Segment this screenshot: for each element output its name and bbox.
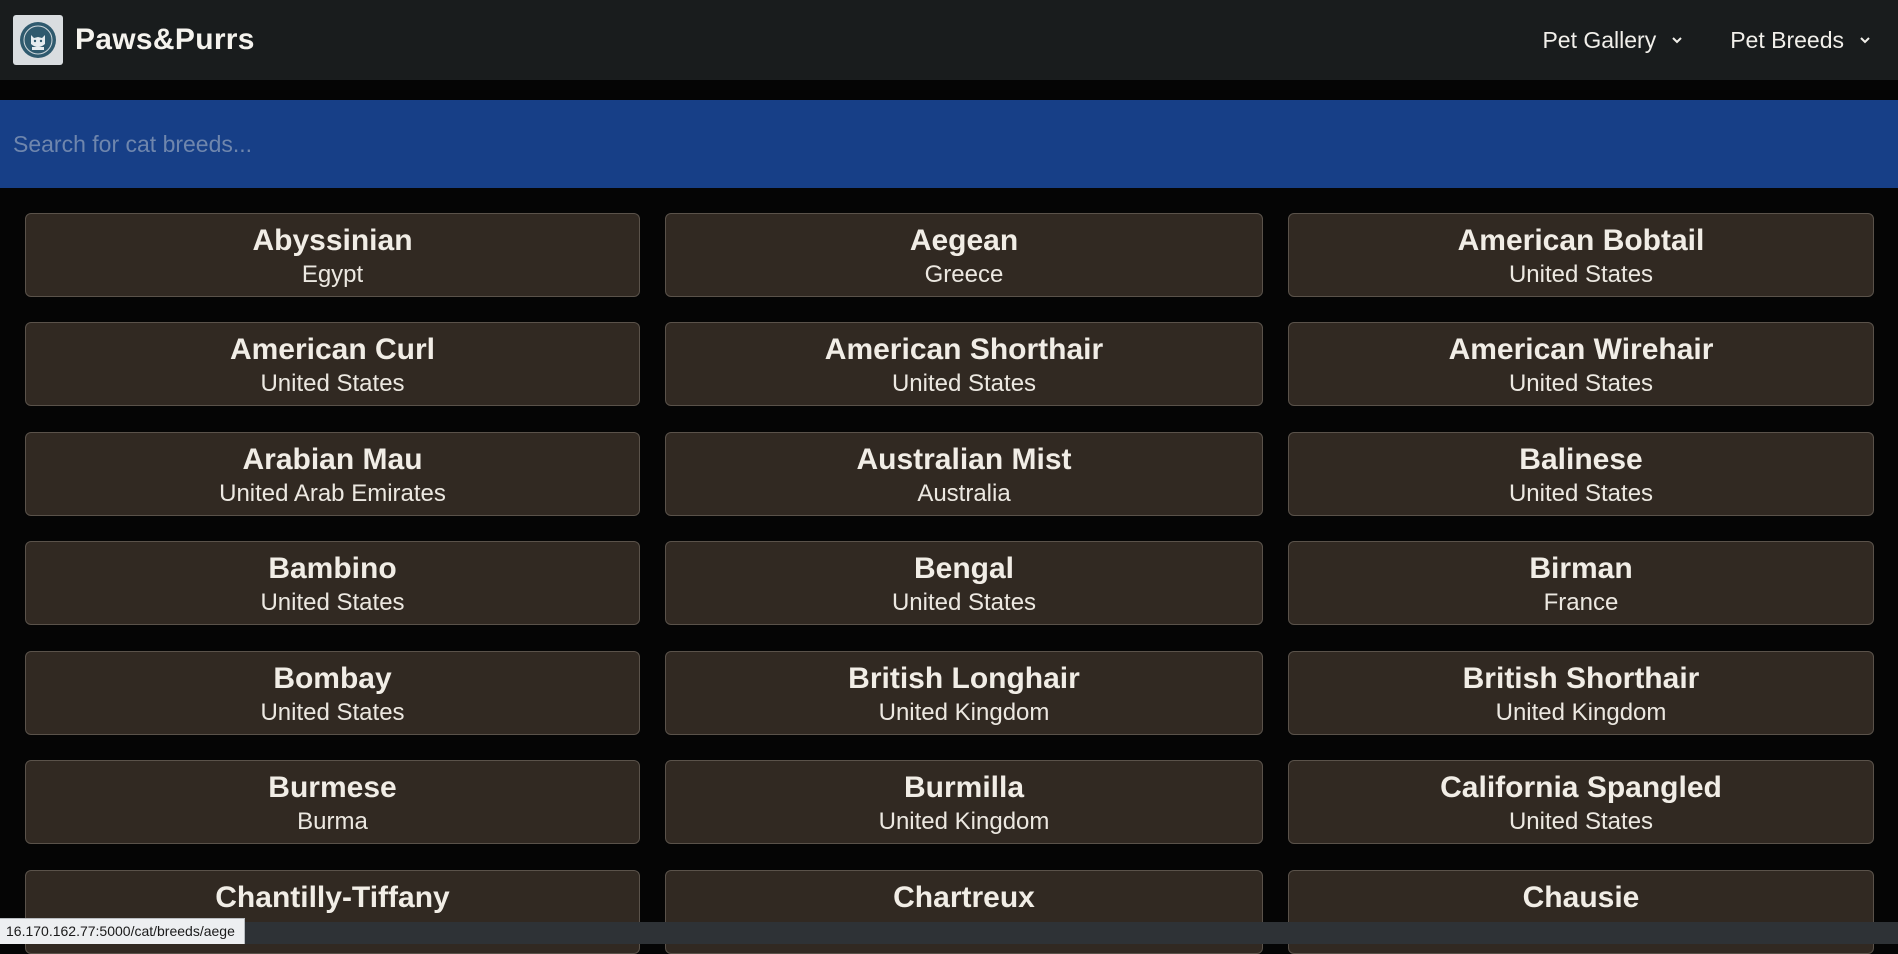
breed-card[interactable]: California Spangled United States: [1288, 760, 1874, 844]
breed-name: Chantilly-Tiffany: [215, 881, 450, 914]
breed-name: Birman: [1529, 552, 1633, 585]
breed-origin: United States: [1508, 370, 1654, 397]
breed-name: Aegean: [909, 224, 1019, 257]
breed-card[interactable]: Bombay United States: [25, 651, 640, 735]
breed-name: British Shorthair: [1462, 662, 1700, 695]
breed-origin: United States: [1508, 808, 1654, 835]
breed-card[interactable]: British Shorthair United Kingdom: [1288, 651, 1874, 735]
breed-origin: United States: [891, 589, 1037, 616]
bottom-strip: [0, 922, 1898, 944]
breed-origin: United States: [1508, 480, 1654, 507]
breed-name: Arabian Mau: [242, 443, 423, 476]
breed-origin: Egypt: [301, 261, 364, 288]
breed-name: American Bobtail: [1457, 224, 1705, 257]
breed-origin: France: [1543, 589, 1619, 616]
breed-card[interactable]: Birman France: [1288, 541, 1874, 625]
breed-card[interactable]: American Wirehair United States: [1288, 322, 1874, 406]
breed-origin: United States: [891, 370, 1037, 397]
breed-card[interactable]: Burmilla United Kingdom: [665, 760, 1263, 844]
breed-origin: United States: [260, 589, 405, 616]
breed-card[interactable]: Arabian Mau United Arab Emirates: [25, 432, 640, 516]
breed-card[interactable]: Aegean Greece: [665, 213, 1263, 297]
breed-origin: Greece: [924, 261, 1004, 288]
breed-card[interactable]: British Longhair United Kingdom: [665, 651, 1263, 735]
breed-name: Bombay: [273, 662, 392, 695]
breed-grid: Abyssinian Egypt Aegean Greece American …: [0, 0, 1898, 954]
breed-name: American Curl: [229, 333, 436, 366]
breed-origin: United Kingdom: [878, 699, 1050, 726]
breed-name: Chartreux: [893, 881, 1035, 914]
breed-name: Bambino: [268, 552, 397, 585]
breed-card[interactable]: Bengal United States: [665, 541, 1263, 625]
breed-origin: United States: [1508, 261, 1654, 288]
breed-name: Bengal: [913, 552, 1015, 585]
breed-name: American Wirehair: [1448, 333, 1714, 366]
breed-origin: United States: [260, 370, 405, 397]
breed-name: American Shorthair: [824, 333, 1104, 366]
breed-card[interactable]: American Shorthair United States: [665, 322, 1263, 406]
status-url: 16.170.162.77:5000/cat/breeds/aege: [0, 918, 245, 944]
breed-origin: Australia: [917, 480, 1011, 507]
breed-card[interactable]: Abyssinian Egypt: [25, 213, 640, 297]
breed-origin: United Kingdom: [1495, 699, 1667, 726]
breed-card[interactable]: American Bobtail United States: [1288, 213, 1874, 297]
breed-name: Chausie: [1522, 881, 1640, 914]
breed-name: Burmilla: [903, 771, 1025, 804]
breed-card[interactable]: Australian Mist Australia: [665, 432, 1263, 516]
breed-origin: Burma: [297, 808, 368, 835]
breed-name: Burmese: [268, 771, 397, 804]
breed-card[interactable]: American Curl United States: [25, 322, 640, 406]
breed-card[interactable]: Balinese United States: [1288, 432, 1874, 516]
breed-name: Australian Mist: [856, 443, 1072, 476]
breed-name: Abyssinian: [252, 224, 413, 257]
breed-name: Balinese: [1519, 443, 1643, 476]
breed-origin: United Arab Emirates: [219, 480, 446, 507]
breed-card[interactable]: Burmese Burma: [25, 760, 640, 844]
breed-origin: United States: [260, 699, 405, 726]
breed-name: California Spangled: [1440, 771, 1722, 804]
breed-origin: United Kingdom: [878, 808, 1050, 835]
breed-name: British Longhair: [848, 662, 1080, 695]
breed-card[interactable]: Bambino United States: [25, 541, 640, 625]
